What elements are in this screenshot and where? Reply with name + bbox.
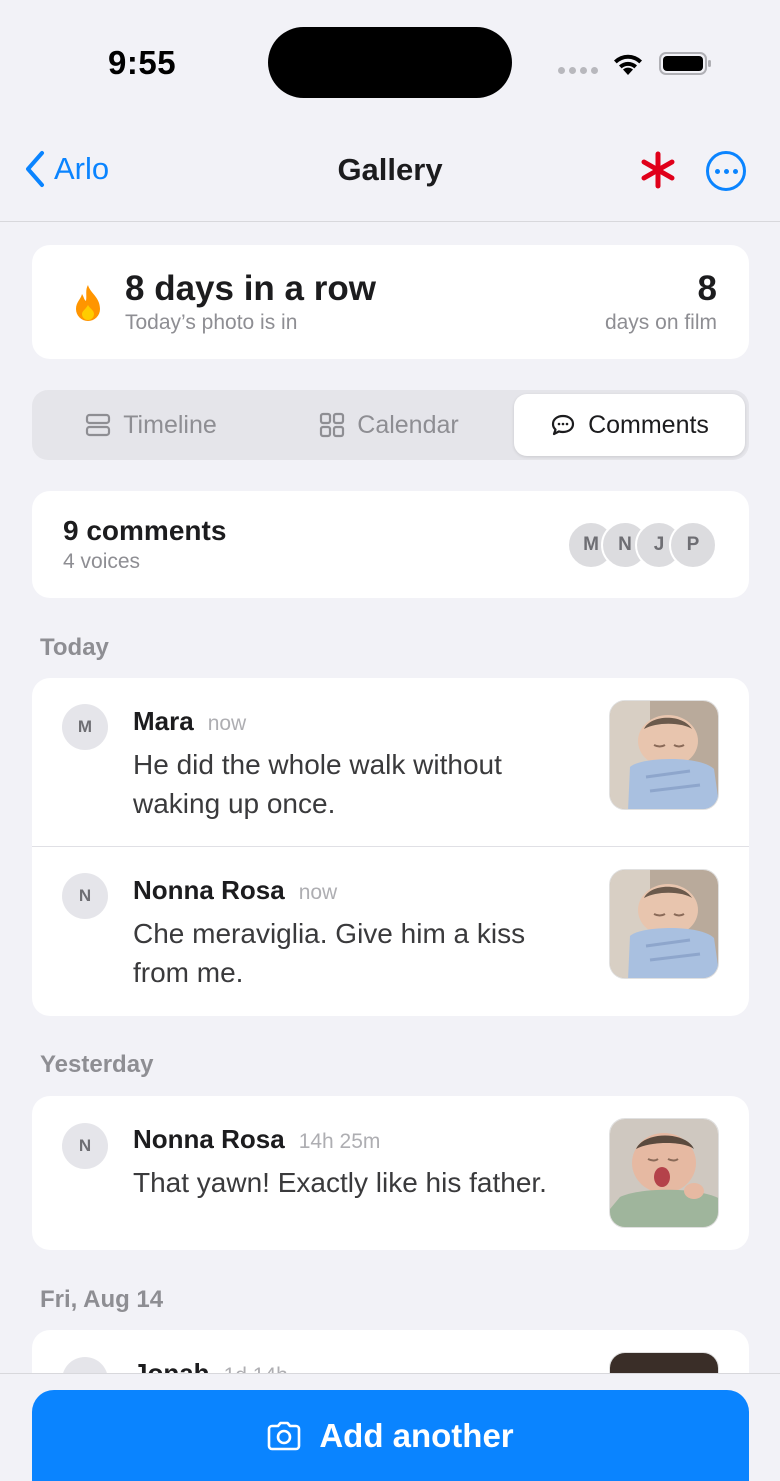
comment-time: now — [298, 881, 338, 904]
comment-author: Mara now — [133, 706, 246, 737]
comment-author-name: Nonna Rosa — [133, 875, 285, 905]
more-options-button[interactable] — [706, 151, 746, 191]
streak-subtitle: Today’s photo is in — [125, 311, 298, 334]
flame-icon — [76, 285, 100, 321]
navigation-bar: Arlo Gallery — [0, 120, 780, 222]
add-another-label: Add another — [319, 1417, 514, 1454]
comment-author-name: Mara — [133, 706, 194, 736]
comment-author: Nonna Rosa now — [133, 875, 337, 906]
bottom-action-bar: Add another — [0, 1373, 780, 1481]
tab-calendar-label: Calendar — [357, 410, 459, 439]
comment-text: That yawn! Exactly like his father. — [133, 1167, 547, 1198]
baby-photo-image — [610, 870, 718, 978]
streak-title: 8 days in a row — [125, 269, 376, 308]
tab-timeline-label: Timeline — [123, 410, 217, 439]
comment-author: Nonna Rosa 14h 25m — [133, 1124, 380, 1155]
tab-comments-label: Comments — [588, 410, 709, 439]
comments-group-today: M Mara now He did the whole walk without … — [32, 678, 749, 1016]
comment-row[interactable]: N Nonna Rosa now Che meraviglia. Give him… — [32, 847, 749, 1016]
avatar-stack: M N J P — [567, 521, 719, 569]
comments-group-yesterday: N Nonna Rosa 14h 25m That yawn! Exactly l… — [32, 1096, 749, 1250]
comment-author-name: Nonna Rosa — [133, 1124, 285, 1154]
streak-count-unit: days on film — [604, 311, 717, 334]
section-header-today: Today — [40, 634, 109, 661]
photo-thumbnail[interactable] — [609, 700, 719, 810]
grid-icon — [320, 412, 345, 438]
photo-thumbnail[interactable] — [609, 1118, 719, 1228]
tab-calendar[interactable]: Calendar — [274, 394, 504, 456]
chat-bubble-icon — [551, 414, 575, 436]
comment-row[interactable]: N Nonna Rosa 14h 25m That yawn! Exactly l… — [32, 1096, 749, 1250]
streak-card: 8 days in a row Today’s photo is in 8 da… — [32, 245, 749, 359]
comment-text: Che meraviglia. Give him a kiss from me. — [133, 918, 526, 988]
battery-icon — [659, 52, 711, 75]
tab-timeline[interactable]: Timeline — [36, 394, 266, 456]
camera-icon — [268, 1421, 301, 1451]
comment-time: now — [207, 712, 247, 735]
comments-count: 9 comments — [63, 515, 227, 546]
streak-count: 8 — [697, 269, 717, 308]
comment-text: He did the whole walk without waking up … — [133, 749, 502, 819]
voices-count: 4 voices — [63, 550, 141, 573]
status-bar: 9:55 — [0, 0, 780, 120]
section-header-yesterday: Yesterday — [40, 1051, 154, 1078]
wifi-icon — [614, 54, 642, 75]
section-header-aug-14: Fri, Aug 14 — [40, 1286, 164, 1313]
add-another-button[interactable]: Add another — [32, 1390, 749, 1481]
status-time: 9:55 — [108, 44, 177, 81]
cellular-signal-icon — [558, 67, 598, 74]
photo-thumbnail[interactable] — [609, 869, 719, 979]
comments-summary-card: 9 comments 4 voices M N J P — [32, 491, 749, 598]
timeline-icon — [86, 413, 111, 437]
avatar: M — [62, 704, 108, 750]
baby-yawn-photo-image — [610, 1119, 718, 1227]
asterisk-icon[interactable] — [638, 150, 678, 190]
comment-row[interactable]: M Mara now He did the whole walk without … — [32, 678, 749, 846]
avatar: N — [62, 873, 108, 919]
avatar: N — [62, 1123, 108, 1169]
baby-photo-image — [610, 701, 718, 809]
comment-time: 14h 25m — [298, 1130, 381, 1153]
view-segmented-control: Timeline Calendar Comments — [32, 390, 749, 460]
avatar: P — [669, 521, 717, 569]
tab-comments[interactable]: Comments — [514, 394, 745, 456]
dynamic-island — [268, 27, 512, 98]
